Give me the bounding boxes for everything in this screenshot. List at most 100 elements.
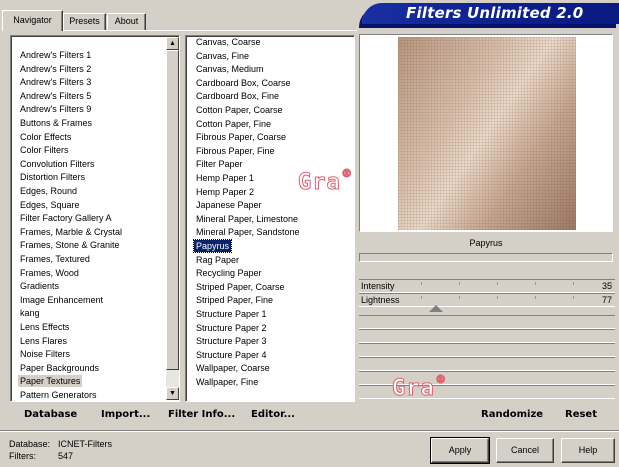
category-item[interactable]: Andrew's Filters 3 <box>18 76 93 88</box>
slider-tick <box>459 282 460 285</box>
category-item[interactable]: Noise Filters <box>18 348 72 360</box>
category-item[interactable]: Frames, Wood <box>18 267 81 279</box>
category-item[interactable]: Lens Flares <box>18 335 69 347</box>
slider-row[interactable]: Intensity 35 <box>359 279 615 293</box>
category-item[interactable]: Frames, Marble & Crystal <box>18 226 124 238</box>
database-value: ICNET-Filters <box>58 439 112 449</box>
import-button-label: Import... <box>101 409 151 420</box>
filter-item[interactable]: Hemp Paper 2 <box>194 186 256 198</box>
watermark-text: Gra <box>298 170 341 196</box>
slider-tick <box>535 282 536 285</box>
filter-item[interactable]: Canvas, Fine <box>194 50 251 62</box>
category-item[interactable]: Color Effects <box>18 131 73 143</box>
category-item[interactable]: Paper Textures <box>18 375 83 388</box>
filter-item[interactable]: Cotton Paper, Coarse <box>194 104 285 116</box>
category-item[interactable]: Pattern Generators <box>18 389 99 401</box>
tab-about[interactable]: About <box>107 13 146 30</box>
category-item[interactable]: Convolution Filters <box>18 158 97 170</box>
filter-item[interactable]: Structure Paper 1 <box>194 308 269 320</box>
filter-item[interactable]: Fibrous Paper, Fine <box>194 145 277 157</box>
reset-button[interactable]: Reset <box>565 409 597 420</box>
lightness-slider-thumb[interactable] <box>429 305 443 312</box>
filter-item[interactable]: Structure Paper 4 <box>194 349 269 361</box>
category-item[interactable]: Gradients <box>18 280 61 292</box>
filter-item[interactable]: Wallpaper, Fine <box>194 376 260 388</box>
category-item[interactable]: Andrew's Filters 9 <box>18 103 93 115</box>
slider-tick <box>421 296 422 299</box>
category-item[interactable]: Andrew's Filters 2 <box>18 63 93 75</box>
editor-button[interactable]: Editor... <box>251 409 295 420</box>
scroll-thumb[interactable] <box>166 50 179 370</box>
slider-row <box>359 315 615 329</box>
category-item[interactable]: Distortion Filters <box>18 171 87 183</box>
category-scrollbar[interactable]: ▲ ▼ <box>166 37 179 400</box>
filter-item[interactable]: Fibrous Paper, Coarse <box>194 131 288 143</box>
filter-item[interactable]: Filter Paper <box>194 158 245 170</box>
category-item[interactable]: Andrew's Filters 5 <box>18 90 93 102</box>
filters-count-label: Filters: <box>9 451 36 461</box>
slider-label: Intensity <box>361 281 395 291</box>
help-button[interactable]: Help <box>561 438 615 463</box>
filter-item[interactable]: Cardboard Box, Coarse <box>194 77 293 89</box>
filter-item[interactable]: Striped Paper, Coarse <box>194 281 287 293</box>
filter-item[interactable]: Hemp Paper 1 <box>194 172 256 184</box>
randomize-button[interactable]: Randomize <box>481 409 543 420</box>
slider-tick <box>611 296 612 299</box>
filter-item[interactable]: Rag Paper <box>194 254 241 266</box>
slider-tick <box>573 282 574 285</box>
editor-button-label: Editor... <box>251 409 295 420</box>
slider-label: Lightness <box>361 295 400 305</box>
category-item[interactable]: kang <box>18 307 42 319</box>
filter-list[interactable]: Canvas, Coarse Canvas, Fine Canvas, Medium… <box>185 35 355 402</box>
filter-item[interactable]: Papyrus <box>192 239 233 253</box>
filter-item[interactable]: Recycling Paper <box>194 267 264 279</box>
category-item[interactable]: Buttons & Frames <box>18 117 94 129</box>
cancel-button-label: Cancel <box>510 445 539 455</box>
filter-item[interactable]: Mineral Paper, Sandstone <box>194 226 302 238</box>
filter-item[interactable]: Cotton Paper, Fine <box>194 118 273 130</box>
slider-tick <box>497 296 498 299</box>
category-item[interactable]: Paper Backgrounds <box>18 362 101 374</box>
category-item[interactable]: Frames, Stone & Granite <box>18 239 122 251</box>
preview-panel <box>359 34 613 232</box>
filter-item[interactable]: Mineral Paper, Limestone <box>194 213 300 225</box>
category-item[interactable]: Andrew's Filters 1 <box>18 49 93 61</box>
category-item[interactable]: Image Enhancement <box>18 294 105 306</box>
filter-item[interactable]: Structure Paper 3 <box>194 335 269 347</box>
watermark-mark: ® <box>342 167 352 183</box>
filter-item[interactable]: Japanese Paper <box>194 199 264 211</box>
tab-about-label: About <box>114 16 139 26</box>
filters-count-value: 547 <box>58 451 74 461</box>
slider-tick <box>611 282 612 285</box>
category-item[interactable]: Frames, Textured <box>18 253 92 265</box>
database-button[interactable]: Database <box>24 409 77 420</box>
import-button[interactable]: Import... <box>101 409 150 420</box>
tab-presets[interactable]: Presets <box>63 13 106 30</box>
cancel-button[interactable]: Cancel <box>496 438 554 463</box>
filter-item[interactable]: Canvas, Medium <box>194 63 266 75</box>
slider-tick <box>573 296 574 299</box>
filter-item[interactable]: Canvas, Coarse <box>194 36 263 48</box>
filter-item[interactable]: Wallpaper, Coarse <box>194 362 272 374</box>
slider-row[interactable]: Lightness 77 <box>359 293 615 307</box>
category-item[interactable]: Lens Effects <box>18 321 71 333</box>
slider-tick <box>535 296 536 299</box>
scroll-down-button[interactable]: ▼ <box>166 387 179 400</box>
tab-navigator[interactable]: Navigator <box>2 10 63 31</box>
slider-tick <box>497 282 498 285</box>
watermark-text: Gra <box>392 376 435 402</box>
scroll-up-button[interactable]: ▲ <box>166 37 179 50</box>
filter-item[interactable]: Cardboard Box, Fine <box>194 90 281 102</box>
status-divider <box>0 430 619 431</box>
banner-title: Filters Unlimited 2.0 <box>406 4 584 22</box>
category-item[interactable]: Filter Factory Gallery A <box>18 212 114 224</box>
category-list[interactable]: ▲ ▼ Andrew's Filters 1 Andrew's Filters 2… <box>10 35 180 402</box>
filter-info-button[interactable]: Filter Info... <box>168 409 235 420</box>
filter-item[interactable]: Striped Paper, Fine <box>194 294 275 306</box>
reset-button-label: Reset <box>565 409 597 420</box>
category-item[interactable]: Edges, Square <box>18 199 82 211</box>
category-item[interactable]: Color Filters <box>18 144 71 156</box>
filter-item[interactable]: Structure Paper 2 <box>194 322 269 334</box>
apply-button[interactable]: Apply <box>430 437 490 464</box>
category-item[interactable]: Edges, Round <box>18 185 79 197</box>
